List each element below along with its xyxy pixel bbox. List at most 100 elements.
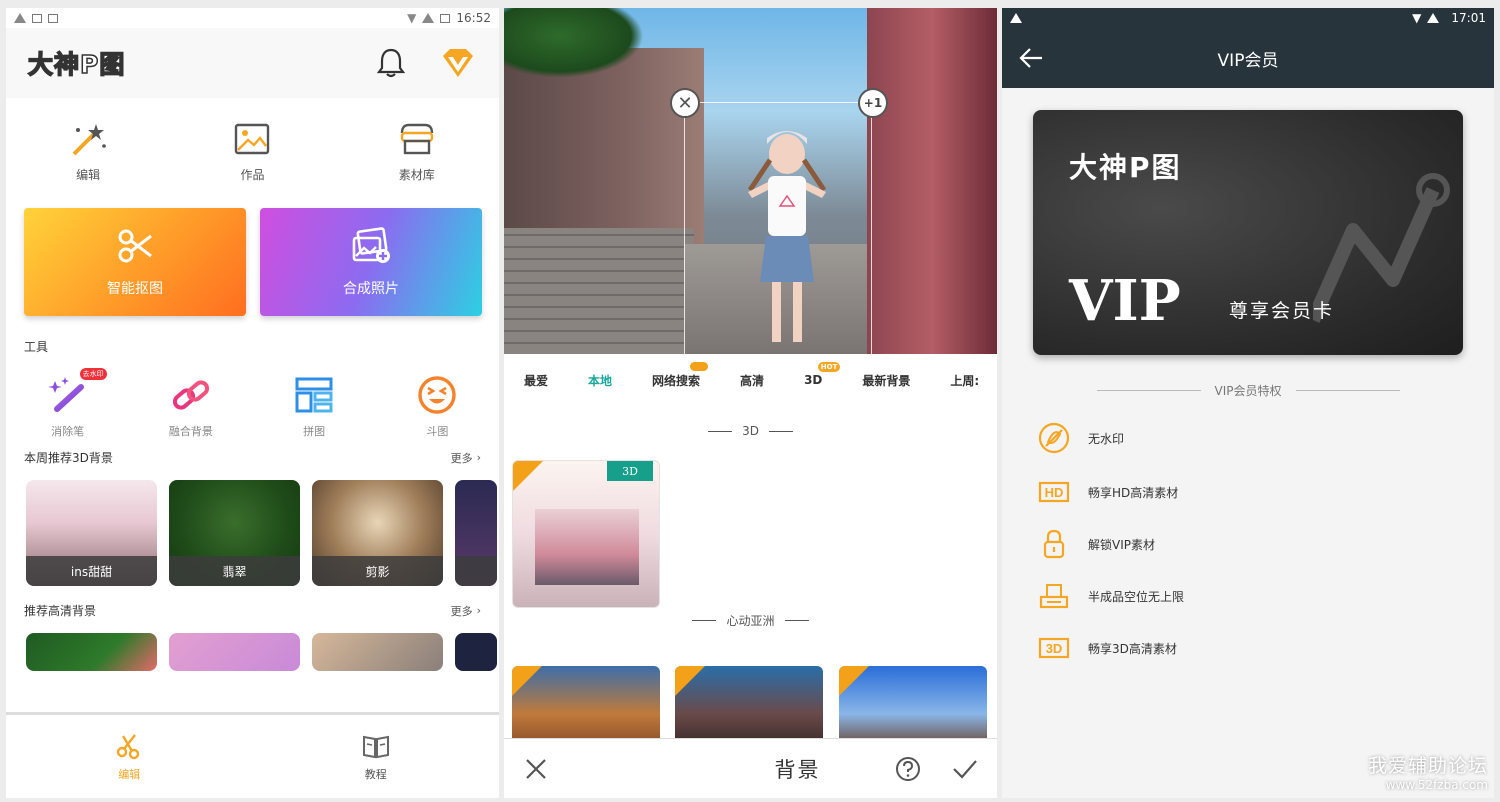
delete-layer-button[interactable]: ✕ <box>670 88 700 118</box>
compose-photo-card[interactable]: 合成照片 <box>260 208 482 316</box>
link-icon <box>172 380 209 410</box>
tab-local[interactable]: 本地 <box>588 372 612 389</box>
crown-icon <box>690 361 709 371</box>
compose-photo-label: 合成照片 <box>343 281 399 297</box>
bg-tile-3d[interactable]: 3D <box>512 460 660 608</box>
page-title: VIP会员 <box>1217 50 1279 71</box>
tools-title: 工具 <box>24 340 49 354</box>
nav-works[interactable]: 作品 <box>192 120 312 208</box>
vip-card: 大神P图 VIP 尊享会员卡 <box>1033 110 1463 355</box>
picture-icon <box>235 123 270 155</box>
3d-icon: 3D <box>1038 637 1070 659</box>
editor-bottom-bar: 背景 <box>504 738 997 798</box>
smart-cutout-card[interactable]: 智能抠图 <box>24 208 246 316</box>
scissors-icon <box>117 733 140 759</box>
hd-list <box>6 633 499 671</box>
editor-title: 背景 <box>774 757 821 782</box>
site-watermark: 我爱辅助论坛 www.52fzba.com <box>1368 751 1488 792</box>
hd-title: 推荐高清背景 <box>24 604 97 618</box>
tool-blend-bg[interactable]: 融合背景 <box>141 375 241 439</box>
hd-more-link[interactable]: 更多 › <box>451 603 481 619</box>
hd-more-label: 更多 <box>450 604 473 618</box>
bottom-tab-tutorial[interactable]: 教程 <box>362 732 390 782</box>
tools-row: 去水印 消除笔 融合背景 拼图 斗图 <box>6 368 499 439</box>
editor-actions <box>895 755 979 783</box>
tool-eraser[interactable]: 去水印 消除笔 <box>18 368 118 439</box>
photos-plus-icon <box>352 227 390 263</box>
tab-latest-label: 最新背景 <box>862 373 911 388</box>
left-wall <box>504 228 694 354</box>
help-icon[interactable] <box>895 756 921 782</box>
privilege-label: 畅享3D高清素材 <box>1088 641 1177 656</box>
weekly-item-jade[interactable]: 翡翠 <box>169 480 300 586</box>
bg-tile-asia[interactable] <box>839 666 987 746</box>
tile-photo <box>535 509 639 585</box>
weekly-item-silhouette[interactable]: 剪影 <box>312 480 443 586</box>
bg-tile-asia[interactable] <box>675 666 823 746</box>
tab-web-search[interactable]: 网络搜索 <box>652 361 709 389</box>
bottom-tab-tutorial-label: 教程 <box>364 767 387 781</box>
confirm-check-icon[interactable] <box>951 755 979 783</box>
duplicate-layer-button[interactable]: +1 <box>858 88 888 118</box>
lock-icon <box>1043 529 1065 559</box>
hd-item[interactable] <box>455 633 497 671</box>
weekly-item-ins[interactable]: ins甜甜 <box>26 480 157 586</box>
card-brand: 大神P图 <box>1069 151 1182 184</box>
header-actions <box>373 45 477 81</box>
close-icon: ✕ <box>677 92 693 114</box>
nav-edit-label: 编辑 <box>76 168 101 182</box>
watermark-title: 我爱辅助论坛 <box>1367 755 1488 777</box>
screenshot-collage: ▼ 16:52 大神P图 编辑 作品 素材库 智能抠图 合成照片 工具 去水印 … <box>0 0 1500 802</box>
status-left-icons <box>1010 13 1034 23</box>
selection-box[interactable] <box>684 102 872 354</box>
tab-favorites-label: 最爱 <box>524 373 549 388</box>
emoji-face-icon <box>418 376 457 414</box>
watermark-url: www.52fzba.com <box>1385 778 1488 792</box>
nav-library[interactable]: 素材库 <box>357 120 477 208</box>
status-time: 16:52 <box>456 11 491 25</box>
tab-last-week[interactable]: 上周: <box>950 372 979 389</box>
hd-icon: HD <box>1038 481 1070 503</box>
bottom-tab-edit[interactable]: 编辑 <box>115 732 143 782</box>
tool-eraser-label: 消除笔 <box>51 425 85 438</box>
weekly-more-link[interactable]: 更多 › <box>451 450 481 466</box>
right-building <box>867 8 997 354</box>
store-icon <box>400 123 434 155</box>
tab-3d[interactable]: 3D HOT <box>804 362 841 387</box>
nav-works-label: 作品 <box>240 168 265 182</box>
status-bar: ▼ 17:01 <box>1002 8 1494 28</box>
editor-canvas[interactable]: ✕ +1 <box>504 8 997 354</box>
privilege-label: 半成品空位无上限 <box>1088 589 1185 604</box>
tab-latest[interactable]: 最新背景 <box>862 372 910 389</box>
nav-edit[interactable]: 编辑 <box>28 120 148 208</box>
divider <box>692 620 717 621</box>
back-arrow-icon[interactable] <box>1018 45 1044 71</box>
hd-item[interactable] <box>312 633 443 671</box>
bell-icon[interactable] <box>373 45 409 81</box>
vip-diamond-icon[interactable] <box>439 46 477 80</box>
image-icon <box>32 13 42 23</box>
svg-text:HD: HD <box>1045 485 1064 500</box>
bg-tile-asia[interactable] <box>512 666 660 746</box>
tool-collage[interactable]: 拼图 <box>264 375 364 439</box>
3d-badge: 3D <box>607 461 653 481</box>
tool-meme[interactable]: 斗图 <box>387 375 487 439</box>
category-tabs: 最爱 本地 网络搜索 高清 3D HOT 最新背景 上周: <box>504 354 997 406</box>
hot-badge: HOT <box>817 362 841 372</box>
hd-item[interactable] <box>26 633 157 671</box>
tab-local-label: 本地 <box>588 373 613 388</box>
weekly-3d-list: ins甜甜 翡翠 剪影 <box>6 480 499 586</box>
tab-hd[interactable]: 高清 <box>740 372 764 389</box>
magic-wand-icon <box>72 124 106 156</box>
top-nav: 编辑 作品 素材库 <box>6 98 499 208</box>
vip-screen: ▼ 17:01 VIP会员 大神P图 VIP 尊享会员卡 VIP会员特权 无水印… <box>1002 8 1494 798</box>
weekly-3d-title: 本周推荐3D背景 <box>24 451 113 465</box>
weekly-item-partial-cap <box>455 556 497 586</box>
warning-icon <box>1010 13 1022 23</box>
bottom-nav: 编辑 教程 <box>6 712 499 798</box>
hd-item[interactable] <box>169 633 300 671</box>
home-screen: ▼ 16:52 大神P图 编辑 作品 素材库 智能抠图 合成照片 工具 去水印 … <box>6 8 499 798</box>
weekly-item-partial[interactable] <box>455 480 497 586</box>
tab-favorites[interactable]: 最爱 <box>524 372 548 389</box>
close-icon[interactable] <box>522 755 550 783</box>
